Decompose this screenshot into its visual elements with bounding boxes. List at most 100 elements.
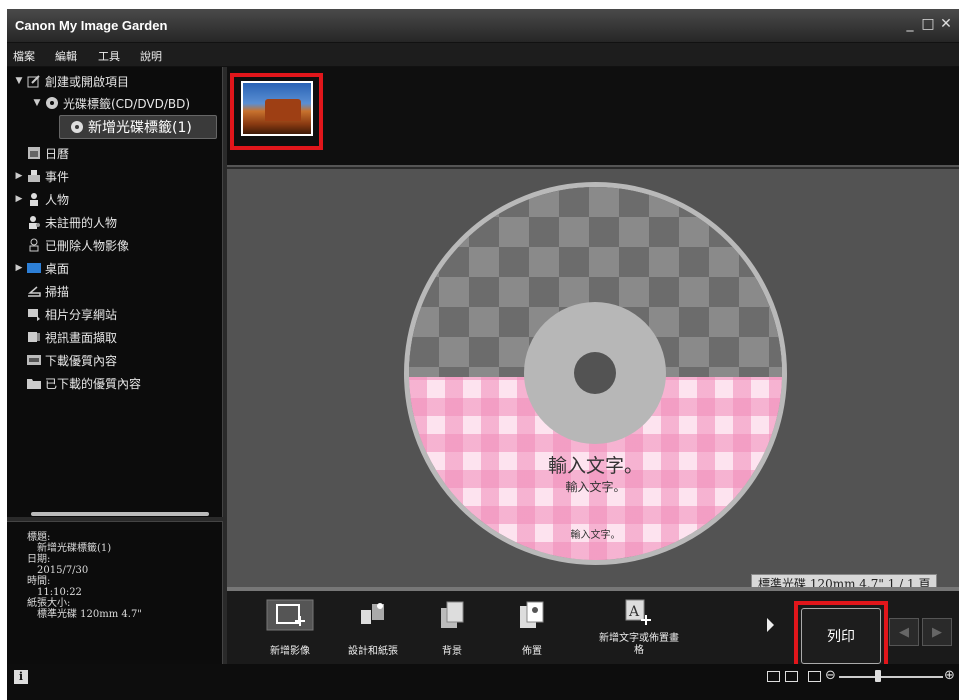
arrow-left-icon: ◀	[899, 624, 909, 640]
thumbnail-highlight	[230, 73, 323, 150]
disc-hole	[574, 352, 616, 394]
photo-sharing-icon	[27, 307, 41, 321]
status-bar: i ⊖ ⊕	[7, 664, 959, 700]
zoom-slider-handle[interactable]	[875, 670, 881, 682]
sidebar-item-unregistered-person[interactable]: 未註冊的人物	[25, 211, 117, 233]
maximize-button[interactable]: □	[920, 16, 936, 32]
sidebar: ▼ 創建或開啟項目 ▼ 光碟標籤(CD/DVD/BD) 新增光碟標籤(1) 日曆…	[7, 67, 223, 517]
app-title: Canon My Image Garden	[15, 18, 168, 33]
sidebar-item-event[interactable]: ▶ 事件	[13, 165, 69, 187]
sidebar-item-label: 未註冊的人物	[45, 215, 118, 230]
add-image-icon	[266, 599, 314, 631]
zoom-in-icon[interactable]: ⊕	[944, 668, 955, 683]
design-paper-label: 設計和紙張	[348, 646, 398, 657]
sidebar-item-calendar[interactable]: 日曆	[25, 142, 69, 164]
layout-icon	[520, 601, 544, 628]
edit-canvas: 輸入文字。 輸入文字。 輸入文字。 標準光碟 120mm 4.7" 1 / 1 …	[227, 169, 959, 592]
sidebar-item-deleted-person[interactable]: 已刪除人物影像	[25, 234, 129, 256]
menu-edit[interactable]: 編輯	[55, 48, 77, 64]
menu-bar: 檔案 編輯 工具 說明	[7, 43, 959, 67]
info-paper-size-value: 標準光碟 120mm 4.7"	[37, 609, 142, 620]
desktop-icon	[27, 261, 41, 275]
expand-toolbar-icon[interactable]	[767, 618, 774, 632]
info-date-label: 日期:	[27, 554, 51, 565]
calendar-icon	[27, 146, 41, 160]
add-image-button[interactable]: 新增影像	[257, 599, 323, 658]
bottom-toolbar: 新增影像 設計和紙張 背景 佈置 A 新增文字或佈置畫格 列印 ◀ ▶	[227, 591, 959, 672]
prev-page-button[interactable]: ◀	[889, 618, 919, 646]
sidebar-item-label: 光碟標籤(CD/DVD/BD)	[63, 96, 191, 111]
sidebar-item-downloaded-content[interactable]: 已下載的優質內容	[25, 372, 141, 394]
design-paper-button[interactable]: 設計和紙張	[340, 599, 406, 658]
disc-text-medium[interactable]: 輸入文字。	[409, 478, 782, 495]
unregistered-person-icon	[27, 215, 41, 229]
disc-hub	[524, 302, 666, 444]
sidebar-item-create-project[interactable]: ▼ 創建或開啟項目	[13, 70, 129, 92]
sidebar-item-video-capture[interactable]: 視訊畫面擷取	[25, 326, 117, 348]
info-date-value: 2015/7/30	[37, 565, 89, 576]
folder-icon	[27, 376, 41, 390]
expand-arrow-icon[interactable]: ▶	[13, 263, 25, 273]
sidebar-item-photo-sharing[interactable]: 相片分享網站	[25, 303, 117, 325]
sidebar-scrollbar[interactable]	[31, 512, 209, 516]
event-icon	[27, 169, 41, 183]
sidebar-item-person[interactable]: ▶ 人物	[13, 188, 69, 210]
info-title-label: 標題:	[27, 532, 51, 543]
disc-label-preview[interactable]: 輸入文字。 輸入文字。 輸入文字。	[404, 182, 787, 565]
add-text-button[interactable]: A 新增文字或佈置畫格	[597, 597, 681, 657]
add-image-label: 新增影像	[270, 646, 310, 657]
disc-thumbnail[interactable]	[241, 81, 313, 136]
sidebar-item-label: 視訊畫面擷取	[45, 330, 118, 345]
info-time-value: 11:10:22	[37, 587, 82, 598]
download-content-icon	[27, 353, 41, 367]
scan-icon	[27, 284, 41, 298]
expand-arrow-icon[interactable]: ▼	[31, 98, 43, 108]
sidebar-item-label: 掃描	[45, 284, 70, 299]
background-label: 背景	[442, 646, 462, 657]
single-view-icon[interactable]	[785, 671, 798, 682]
create-project-icon	[27, 74, 41, 88]
close-button[interactable]: ✕	[938, 16, 954, 32]
sidebar-item-disc-label[interactable]: ▼ 光碟標籤(CD/DVD/BD)	[31, 92, 191, 114]
minimize-button[interactable]: _	[902, 16, 918, 32]
expand-arrow-icon[interactable]: ▶	[13, 194, 25, 204]
thumbnail-strip	[227, 67, 959, 167]
menu-tools[interactable]: 工具	[98, 48, 120, 64]
next-page-button[interactable]: ▶	[922, 618, 952, 646]
sidebar-item-label: 相片分享網站	[45, 307, 118, 322]
expand-arrow-icon[interactable]: ▶	[13, 171, 25, 181]
menu-help[interactable]: 說明	[140, 48, 162, 64]
fit-view-icon[interactable]	[808, 671, 821, 682]
person-icon	[27, 192, 41, 206]
sidebar-item-label: 桌面	[45, 261, 70, 276]
background-button[interactable]: 背景	[419, 599, 485, 658]
filmstrip-view-icon[interactable]	[767, 671, 780, 682]
disc-icon	[70, 120, 84, 134]
layout-label: 佈置	[522, 646, 542, 657]
deleted-person-icon	[27, 238, 41, 252]
menu-file[interactable]: 檔案	[13, 48, 35, 64]
info-paper-size-label: 紙張大小:	[27, 598, 71, 609]
svg-text:A: A	[628, 604, 640, 620]
sidebar-item-label: 日曆	[45, 146, 70, 161]
sidebar-item-download-content[interactable]: 下載優質內容	[25, 349, 117, 371]
zoom-slider[interactable]	[839, 676, 943, 678]
background-icon	[441, 601, 464, 628]
expand-arrow-icon[interactable]: ▼	[13, 76, 25, 86]
info-time-label: 時間:	[27, 576, 51, 587]
sidebar-item-label: 人物	[45, 192, 70, 207]
sidebar-item-new-disc-label[interactable]: 新增光碟標籤(1)	[59, 115, 217, 139]
disc-text-small[interactable]: 輸入文字。	[409, 526, 782, 541]
print-button[interactable]: 列印	[801, 608, 881, 664]
sidebar-item-label: 新增光碟標籤(1)	[88, 120, 192, 136]
sidebar-item-scan[interactable]: 掃描	[25, 280, 69, 302]
info-button[interactable]: i	[14, 670, 28, 684]
add-text-icon: A	[625, 599, 651, 625]
sidebar-item-desktop[interactable]: ▶ 桌面	[13, 257, 69, 279]
arrow-right-icon: ▶	[932, 624, 942, 640]
thumbnail-image	[265, 99, 301, 121]
zoom-out-icon[interactable]: ⊖	[825, 668, 836, 683]
disc-text-large[interactable]: 輸入文字。	[409, 451, 782, 478]
sidebar-item-label: 已下載的優質內容	[45, 376, 142, 391]
layout-button[interactable]: 佈置	[499, 599, 565, 658]
